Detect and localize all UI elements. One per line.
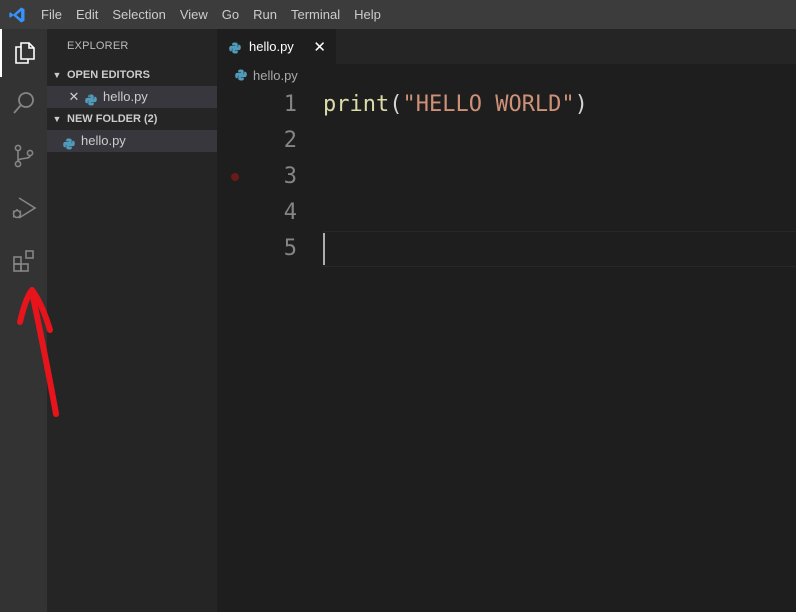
- python-file-icon: [229, 41, 241, 53]
- extensions-icon: [11, 248, 37, 274]
- python-file-icon: [63, 135, 75, 150]
- code-token-paren-open: (: [389, 92, 403, 117]
- menu-help[interactable]: Help: [347, 0, 388, 29]
- activity-explorer[interactable]: [0, 29, 47, 77]
- code-token-function: print: [323, 92, 390, 117]
- menu-bar: File Edit Selection View Go Run Terminal…: [33, 0, 388, 29]
- code-token-string: "HELLO WORLD": [402, 92, 575, 117]
- activity-search[interactable]: [0, 79, 47, 127]
- line-number: 1: [283, 92, 297, 117]
- breadcrumb[interactable]: hello.py: [217, 64, 796, 86]
- tab-label: hello.py: [249, 39, 294, 54]
- code-line: 1 print("HELLO WORLD"): [217, 87, 796, 123]
- menu-terminal[interactable]: Terminal: [284, 0, 347, 29]
- code-line: 5: [217, 231, 796, 267]
- open-editors-header[interactable]: ▼ OPEN EDITORS: [47, 64, 217, 86]
- run-debug-icon: [10, 194, 38, 222]
- menu-selection[interactable]: Selection: [105, 0, 172, 29]
- folder-label: NEW FOLDER (2): [67, 113, 158, 125]
- code-line: 2: [217, 123, 796, 159]
- line-number: 4: [283, 200, 297, 225]
- tab-hello-py[interactable]: hello.py ✕: [217, 29, 336, 64]
- breadcrumb-file: hello.py: [253, 67, 298, 83]
- menu-file[interactable]: File: [33, 0, 69, 29]
- code-token-paren-close: ): [574, 92, 588, 117]
- sidebar-title: EXPLORER: [67, 40, 129, 52]
- python-file-icon: [85, 91, 97, 106]
- tab-bar: hello.py ✕: [217, 29, 796, 64]
- code-editor[interactable]: 1 print("HELLO WORLD") 2 3 4 5: [217, 86, 796, 612]
- folder-file-item[interactable]: hello.py: [47, 130, 217, 152]
- title-bar: File Edit Selection View Go Run Terminal…: [0, 0, 796, 29]
- open-editor-filename: hello.py: [103, 89, 148, 104]
- text-cursor: [323, 233, 325, 265]
- open-editor-item[interactable]: ✕ hello.py: [47, 86, 217, 108]
- source-control-icon: [11, 143, 37, 169]
- activity-run-debug[interactable]: [0, 184, 47, 232]
- activity-extensions[interactable]: [0, 237, 47, 285]
- code-line: 4: [217, 195, 796, 231]
- menu-run[interactable]: Run: [246, 0, 284, 29]
- vscode-logo-icon: [0, 0, 33, 29]
- chevron-down-icon: ▼: [52, 114, 62, 124]
- folder-filename: hello.py: [81, 133, 126, 148]
- menu-view[interactable]: View: [173, 0, 215, 29]
- chevron-down-icon: ▼: [52, 70, 62, 80]
- python-file-icon: [235, 69, 247, 81]
- line-number: 2: [283, 128, 297, 153]
- activity-source-control[interactable]: [0, 132, 47, 180]
- code-line: 3: [217, 159, 796, 195]
- menu-go[interactable]: Go: [215, 0, 246, 29]
- editor-group: hello.py ✕ hello.py 1 print("HELLO WORLD…: [217, 29, 796, 612]
- open-editors-label: OPEN EDITORS: [67, 69, 150, 81]
- close-icon[interactable]: ✕: [67, 86, 81, 108]
- search-icon: [11, 90, 37, 116]
- line-content: print("HELLO WORLD"): [323, 87, 588, 123]
- activity-bar: [0, 29, 47, 612]
- files-icon: [12, 40, 38, 66]
- close-icon[interactable]: ✕: [313, 38, 326, 56]
- current-line-highlight: [323, 231, 796, 267]
- line-number: 5: [283, 236, 297, 261]
- menu-edit[interactable]: Edit: [69, 0, 105, 29]
- explorer-sidebar: EXPLORER ▼ OPEN EDITORS ✕ hello.py ▼ NEW…: [47, 29, 217, 612]
- folder-header[interactable]: ▼ NEW FOLDER (2): [47, 108, 217, 130]
- line-number: 3: [283, 164, 297, 189]
